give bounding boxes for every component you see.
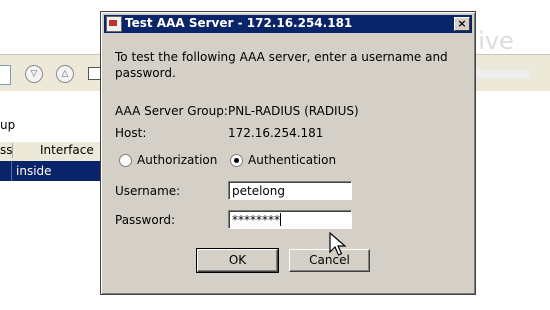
host-label: Host: bbox=[115, 126, 147, 140]
text-caret bbox=[280, 213, 281, 226]
username-input[interactable]: petelong bbox=[228, 181, 352, 200]
close-button[interactable]: × bbox=[454, 17, 470, 31]
app-icon bbox=[106, 16, 122, 32]
authentication-radio-label[interactable]: Authentication bbox=[248, 153, 336, 167]
table-cell-interface: inside bbox=[16, 164, 52, 178]
server-group-value: PNL-RADIUS (RADIUS) bbox=[228, 104, 359, 118]
password-label: Password: bbox=[115, 213, 176, 227]
ok-button[interactable]: OK bbox=[196, 248, 279, 273]
move-down-button[interactable]: ▽ bbox=[25, 65, 43, 83]
mouse-pointer-icon bbox=[329, 232, 347, 256]
column-separator bbox=[12, 143, 13, 158]
username-label: Username: bbox=[115, 184, 181, 198]
dialog-titlebar[interactable]: Test AAA Server - 172.16.254.181 × bbox=[104, 15, 472, 33]
column-header-interface[interactable]: Interface bbox=[40, 143, 94, 157]
move-up-button[interactable]: △ bbox=[56, 65, 74, 83]
section-label: up bbox=[0, 118, 16, 132]
test-aaa-server-dialog: Test AAA Server - 172.16.254.181 × To te… bbox=[100, 11, 476, 295]
column-header-address[interactable]: ss bbox=[0, 143, 13, 157]
authorization-radio[interactable] bbox=[119, 154, 132, 167]
authentication-radio[interactable] bbox=[230, 154, 243, 167]
username-value: petelong bbox=[232, 184, 285, 198]
password-input[interactable]: ******** bbox=[228, 210, 352, 229]
host-value: 172.16.254.181 bbox=[228, 126, 324, 140]
authorization-radio-label[interactable]: Authorization bbox=[137, 153, 217, 167]
row-separator bbox=[11, 161, 12, 181]
dialog-title: Test AAA Server - 172.16.254.181 bbox=[125, 16, 353, 30]
background-combo-box[interactable] bbox=[0, 65, 11, 85]
server-group-label: AAA Server Group: bbox=[115, 104, 228, 118]
password-value: ******** bbox=[232, 213, 280, 227]
instructions-text: To test the following AAA server, enter … bbox=[115, 50, 448, 80]
